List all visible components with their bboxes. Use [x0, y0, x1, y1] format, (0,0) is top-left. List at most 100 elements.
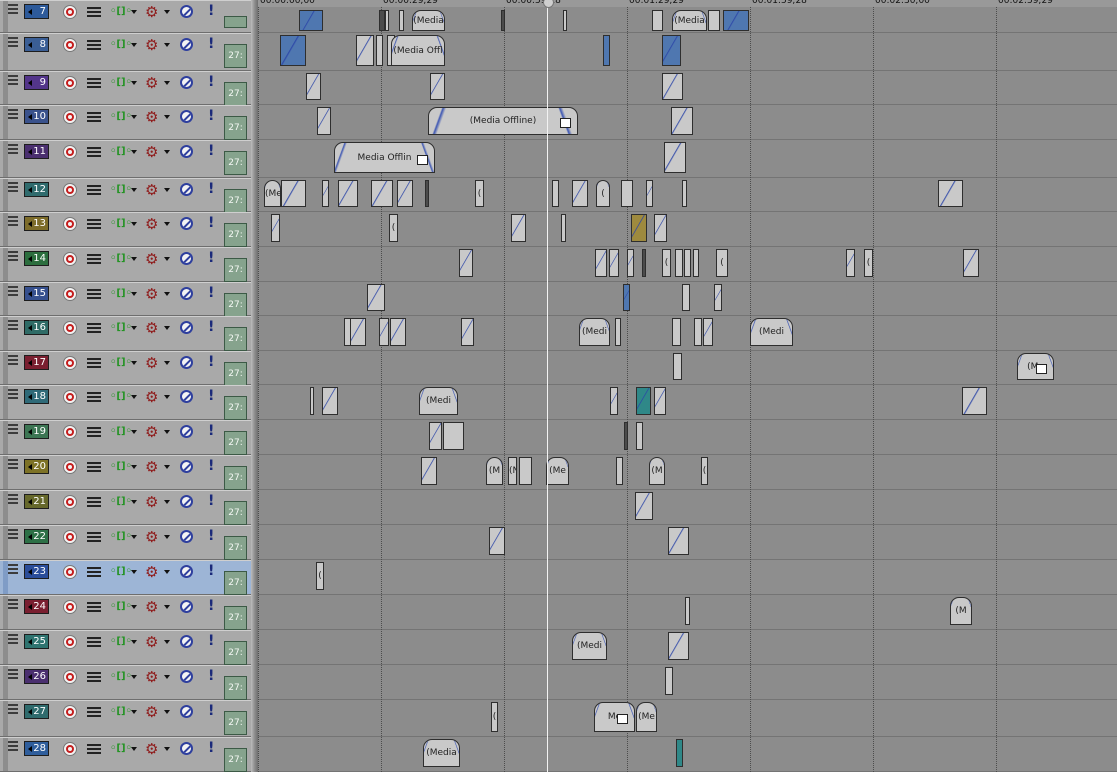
solo-icon[interactable]: !: [208, 251, 214, 266]
track-header[interactable]: 20 ◦[]◦ ⚙! 27:: [0, 455, 251, 490]
track-expand-icon[interactable]: [8, 388, 18, 400]
track-level-display[interactable]: 27:: [224, 293, 247, 317]
compositing-mode-icon[interactable]: [86, 146, 102, 158]
media-event[interactable]: [425, 180, 429, 207]
record-arm-icon[interactable]: [63, 183, 77, 197]
compositing-mode-icon[interactable]: [86, 601, 102, 613]
track-expand-icon[interactable]: [8, 633, 18, 645]
track-level-display[interactable]: 27:: [224, 501, 247, 525]
track-lane[interactable]: [258, 385, 1117, 420]
media-event[interactable]: [595, 249, 607, 277]
track-expand-icon[interactable]: [8, 250, 18, 262]
track-expand-icon[interactable]: [8, 423, 18, 435]
mute-icon[interactable]: [180, 460, 193, 473]
mute-icon[interactable]: [180, 670, 193, 683]
gear-icon[interactable]: ⚙: [145, 459, 161, 475]
media-event[interactable]: (Medi: [572, 632, 607, 660]
record-arm-icon[interactable]: [63, 742, 77, 756]
media-event[interactable]: [682, 284, 690, 311]
chevron-down-icon[interactable]: [131, 292, 137, 296]
track-lane[interactable]: [258, 351, 1117, 385]
chevron-down-icon[interactable]: [131, 395, 137, 399]
media-event[interactable]: [616, 457, 623, 485]
chevron-down-icon[interactable]: [131, 465, 137, 469]
solo-icon[interactable]: !: [208, 4, 214, 19]
media-event[interactable]: [662, 73, 683, 100]
chevron-down-icon[interactable]: [164, 535, 170, 539]
compositing-mode-icon[interactable]: [86, 566, 102, 578]
record-arm-icon[interactable]: [63, 321, 77, 335]
record-arm-icon[interactable]: [63, 110, 77, 124]
gear-icon[interactable]: ⚙: [145, 182, 161, 198]
media-event[interactable]: (Medi: [579, 318, 610, 346]
media-event[interactable]: [635, 492, 653, 520]
media-event[interactable]: [322, 387, 338, 415]
track-lane[interactable]: [258, 700, 1117, 737]
media-event[interactable]: (: [316, 562, 324, 590]
trim-handle-icon[interactable]: [417, 155, 428, 165]
media-event[interactable]: [646, 180, 653, 207]
media-event[interactable]: [665, 667, 673, 695]
track-expand-icon[interactable]: [8, 598, 18, 610]
track-header[interactable]: 12 ◦[]◦ ⚙! 27:: [0, 178, 251, 213]
media-event[interactable]: [703, 318, 713, 346]
media-event[interactable]: [561, 214, 566, 242]
media-event[interactable]: [636, 387, 651, 415]
media-event[interactable]: [623, 284, 630, 311]
solo-icon[interactable]: !: [208, 459, 214, 474]
gear-icon[interactable]: ⚙: [145, 529, 161, 545]
record-arm-icon[interactable]: [63, 670, 77, 684]
solo-icon[interactable]: !: [208, 37, 214, 52]
media-event[interactable]: [708, 10, 720, 31]
media-event[interactable]: [664, 142, 686, 173]
track-header[interactable]: 27 ◦[]◦ ⚙! 27:: [0, 700, 251, 737]
media-event[interactable]: [397, 180, 413, 207]
compositing-mode-icon[interactable]: [86, 218, 102, 230]
track-level-display[interactable]: 27:: [224, 327, 247, 351]
solo-icon[interactable]: !: [208, 494, 214, 509]
media-event[interactable]: [615, 318, 621, 346]
track-level-display[interactable]: 27:: [224, 116, 247, 140]
media-event[interactable]: [652, 10, 663, 31]
media-event[interactable]: Media Offlin: [334, 142, 435, 173]
record-arm-icon[interactable]: [63, 145, 77, 159]
media-event[interactable]: [281, 180, 306, 207]
media-event[interactable]: [489, 527, 505, 555]
mute-icon[interactable]: [180, 425, 193, 438]
chevron-down-icon[interactable]: [164, 115, 170, 119]
track-expand-icon[interactable]: [8, 668, 18, 680]
media-event[interactable]: (: [596, 180, 610, 207]
gear-icon[interactable]: ⚙: [145, 634, 161, 650]
media-event[interactable]: [385, 10, 389, 31]
compositing-mode-icon[interactable]: [86, 111, 102, 123]
track-header[interactable]: 15 ◦[]◦ ⚙! 27:: [0, 282, 251, 317]
compositing-mode-icon[interactable]: [86, 184, 102, 196]
media-event[interactable]: [429, 422, 442, 450]
gear-icon[interactable]: ⚙: [145, 669, 161, 685]
gear-icon[interactable]: ⚙: [145, 704, 161, 720]
media-event[interactable]: (M: [649, 457, 665, 485]
media-event[interactable]: [672, 318, 681, 346]
chevron-down-icon[interactable]: [164, 43, 170, 47]
media-event[interactable]: (Medi: [750, 318, 793, 346]
media-event[interactable]: [624, 422, 628, 450]
track-expand-icon[interactable]: [8, 703, 18, 715]
media-event[interactable]: (: [864, 249, 873, 277]
media-event[interactable]: (M: [486, 457, 503, 485]
gear-icon[interactable]: ⚙: [145, 564, 161, 580]
gear-icon[interactable]: ⚙: [145, 144, 161, 160]
track-level-display[interactable]: 27:: [224, 748, 247, 772]
mute-icon[interactable]: [180, 390, 193, 403]
mute-icon[interactable]: [180, 217, 193, 230]
time-ruler[interactable]: 00:00:00;00 00:00:29;29 00:00:59;28 00:01:2…: [258, 0, 1117, 7]
chevron-down-icon[interactable]: [164, 257, 170, 261]
solo-icon[interactable]: !: [208, 389, 214, 404]
mute-icon[interactable]: [180, 321, 193, 334]
chevron-down-icon[interactable]: [131, 640, 137, 644]
media-event[interactable]: [654, 214, 667, 242]
solo-icon[interactable]: !: [208, 741, 214, 756]
media-event[interactable]: [459, 249, 473, 277]
chevron-down-icon[interactable]: [131, 81, 137, 85]
track-header[interactable]: 11 ◦[]◦ ⚙! 27:: [0, 140, 251, 178]
chevron-down-icon[interactable]: [164, 570, 170, 574]
